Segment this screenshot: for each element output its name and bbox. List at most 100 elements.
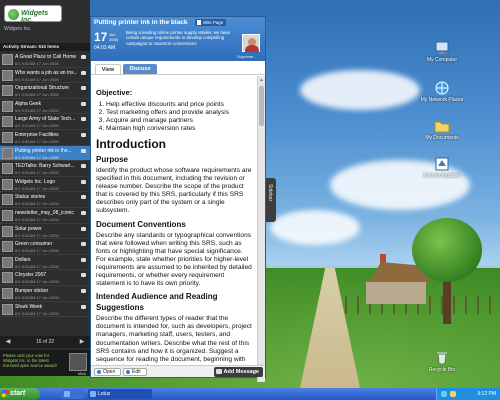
comment-icon[interactable] bbox=[81, 226, 86, 231]
start-button[interactable]: start bbox=[0, 388, 40, 400]
network-places-desktop-icon[interactable]: My Network Places bbox=[420, 80, 464, 103]
scrollbar-thumb[interactable] bbox=[259, 86, 264, 126]
desktop-icon-label: Recycle Bin bbox=[428, 367, 456, 373]
item-title: Putting printer ink in the... bbox=[15, 147, 72, 154]
network-icon bbox=[435, 81, 449, 95]
objective-heading: Objective: bbox=[96, 88, 133, 97]
wiki-page-tag[interactable]: Wiki Page bbox=[195, 19, 227, 26]
item-meta: 6/1 9:52AM 17 Jun 2008 bbox=[15, 294, 59, 300]
activity-list-item[interactable]: Who wants a job as an Ins... 6/1 9:52AM 1… bbox=[0, 68, 90, 84]
user-avatar[interactable] bbox=[69, 353, 87, 371]
item-title: Organizational Structure bbox=[15, 85, 69, 92]
taskbar-item-label: Lotus bbox=[98, 391, 111, 397]
tab-view[interactable]: View bbox=[95, 64, 121, 74]
item-meta: 6/1 9:52AM 17 Jun 2008 bbox=[15, 123, 59, 129]
logo-icon bbox=[8, 9, 19, 20]
item-title: Green consumer bbox=[15, 241, 53, 248]
comment-icon[interactable] bbox=[81, 132, 86, 137]
browser-icon bbox=[435, 157, 449, 171]
comment-icon[interactable] bbox=[81, 210, 86, 215]
activity-list-item[interactable]: Widgets Inc. Logo 6/1 9:52AM 17 Jun 2008 bbox=[0, 177, 90, 193]
list-item: Test marketing offers and provide analys… bbox=[106, 109, 253, 117]
sidebar-toggle-label: Sidebar bbox=[267, 184, 273, 202]
activity-list-item[interactable]: Putting printer ink in the... 6/1 9:52AM … bbox=[0, 145, 90, 162]
activity-list-item[interactable]: A Great Place to Call Home 6/1 9:52AM 17 … bbox=[0, 52, 90, 68]
desktop-icon-label: My Documents bbox=[425, 135, 459, 141]
tree bbox=[412, 218, 482, 328]
desktop-icon-label: My Network Places bbox=[420, 97, 464, 103]
pager-text: 16 of 22 bbox=[35, 339, 55, 345]
my-computer-desktop-icon[interactable]: My Computer bbox=[420, 40, 464, 63]
audience-paragraph: Describe the different types of reader t… bbox=[96, 315, 252, 371]
comment-icon[interactable] bbox=[81, 101, 86, 106]
app-logo[interactable]: Widgets Inc. bbox=[4, 5, 62, 24]
add-message-button[interactable]: Add Message bbox=[213, 367, 263, 377]
comment-icon[interactable] bbox=[81, 70, 86, 75]
comment-icon[interactable] bbox=[81, 148, 86, 153]
comment-icon[interactable] bbox=[81, 304, 86, 309]
app-footer: Please cast your vote for Widgets Inc. i… bbox=[0, 350, 90, 376]
introduction-heading: Introduction bbox=[96, 137, 166, 151]
list-item: Acquire and manage partners bbox=[106, 117, 253, 125]
date-year: 2008 bbox=[109, 37, 118, 42]
recycle-bin-icon bbox=[437, 352, 447, 365]
taskbar-item[interactable] bbox=[62, 389, 84, 399]
comment-icon[interactable] bbox=[81, 273, 86, 278]
activity-list-item[interactable]: Shark Week 6/1 9:52AM 17 Jun 2008 bbox=[0, 302, 90, 318]
item-meta: 6/1 9:52AM 17 Jun 2008 bbox=[15, 185, 59, 191]
recycle-bin-desktop-icon[interactable]: Recycle Bin bbox=[420, 350, 464, 373]
item-meta: 6/1 9:52AM 17 Jun 2008 bbox=[15, 61, 59, 66]
activity-list-item[interactable]: Enterprise Facilities 6/1 9:52AM 17 Jun 2… bbox=[0, 130, 90, 146]
comment-icon[interactable] bbox=[81, 288, 86, 293]
list-item: Help effective discounts and price point… bbox=[106, 101, 253, 109]
comment-icon[interactable] bbox=[81, 179, 86, 184]
comment-icon[interactable] bbox=[81, 164, 86, 169]
author-name[interactable]: Supreme... bbox=[237, 54, 257, 59]
taskbar-item-lotus[interactable]: Lotus bbox=[88, 389, 152, 399]
comment-icon[interactable] bbox=[81, 117, 86, 122]
item-meta: 6/1 9:52AM 17 Jun 2008 bbox=[15, 154, 59, 160]
comment-icon[interactable] bbox=[81, 195, 86, 200]
detail-header: Putting printer ink in the black Wiki Pa… bbox=[91, 17, 265, 61]
item-thumbnail bbox=[2, 100, 13, 112]
my-documents-desktop-icon[interactable]: My Documents bbox=[420, 118, 464, 141]
activity-list-item[interactable]: Organizational Structure 6/1 9:52AM 17 Ju… bbox=[0, 83, 90, 99]
activity-list-item[interactable]: Alpha Geek 6/1 9:52AM 17 Jun 2008 bbox=[0, 99, 90, 115]
content-scrollbar[interactable]: ▲ ▼ bbox=[257, 76, 265, 382]
item-meta: 6/1 9:52AM 17 Jun 2008 bbox=[15, 107, 59, 113]
comment-icon[interactable] bbox=[81, 242, 86, 247]
activity-list-item[interactable]: Chrysler 2007 6/1 9:52AM 17 Jun 2008 bbox=[0, 270, 90, 286]
tab-discuss[interactable]: Discuss bbox=[123, 64, 157, 74]
activity-list-item[interactable]: Solar power 6/1 9:52AM 17 Jun 2008 bbox=[0, 224, 90, 240]
edit-icon bbox=[126, 370, 130, 374]
activity-list-item[interactable]: Green consumer 6/1 9:52AM 17 Jun 2008 bbox=[0, 239, 90, 255]
author-avatar[interactable] bbox=[242, 34, 260, 52]
detail-title: Putting printer ink in the black bbox=[94, 19, 188, 26]
activity-list-item[interactable]: Bumper sticker 6/1 9:52AM 17 Jun 2008 bbox=[0, 286, 90, 302]
activity-list-item[interactable]: Status stories 6/1 9:52AM 17 Jun 2008 bbox=[0, 192, 90, 208]
next-page-icon[interactable]: ▶ bbox=[78, 338, 86, 346]
activity-list-item[interactable]: Large Army of State Tech... 6/1 9:52AM 17… bbox=[0, 114, 90, 130]
activity-list-item[interactable]: TEDTalks: Barry Schwart... 6/1 9:52AM 17 … bbox=[0, 161, 90, 177]
footer-message[interactable]: Please cast your vote for Widgets Inc. i… bbox=[3, 353, 63, 369]
item-title: Who wants a job as an Ins... bbox=[15, 69, 77, 76]
item-title: Chrysler 2007 bbox=[15, 272, 47, 279]
scroll-up-icon[interactable]: ▲ bbox=[259, 77, 264, 82]
desktop-icon-label: Internet Explorer bbox=[423, 173, 461, 179]
open-label: Open bbox=[103, 369, 116, 375]
item-title: Alpha Geek bbox=[15, 100, 42, 107]
network-tray-icon[interactable] bbox=[441, 391, 447, 397]
comment-icon[interactable] bbox=[81, 257, 86, 262]
internet-explorer-desktop-icon[interactable]: Internet Explorer bbox=[420, 156, 464, 179]
item-thumbnail bbox=[2, 54, 13, 65]
item-meta: 6/1 9:52AM 17 Jun 2008 bbox=[15, 248, 59, 254]
activity-list-item[interactable]: Dollars 6/1 9:52AM 17 Jun 2008 bbox=[0, 255, 90, 271]
edit-button[interactable]: Edit bbox=[123, 368, 147, 376]
open-button[interactable]: Open bbox=[94, 368, 121, 376]
activity-list-item[interactable]: newsletter_may_08_iconic 6/1 9:52AM 17 Ju… bbox=[0, 208, 90, 224]
pager: ◀ 16 of 22 ▶ bbox=[0, 336, 90, 348]
volume-tray-icon[interactable] bbox=[450, 391, 456, 397]
sidebar-toggle-tab[interactable]: Sidebar bbox=[266, 178, 276, 222]
comment-icon[interactable] bbox=[81, 55, 86, 59]
comment-icon[interactable] bbox=[81, 86, 86, 91]
